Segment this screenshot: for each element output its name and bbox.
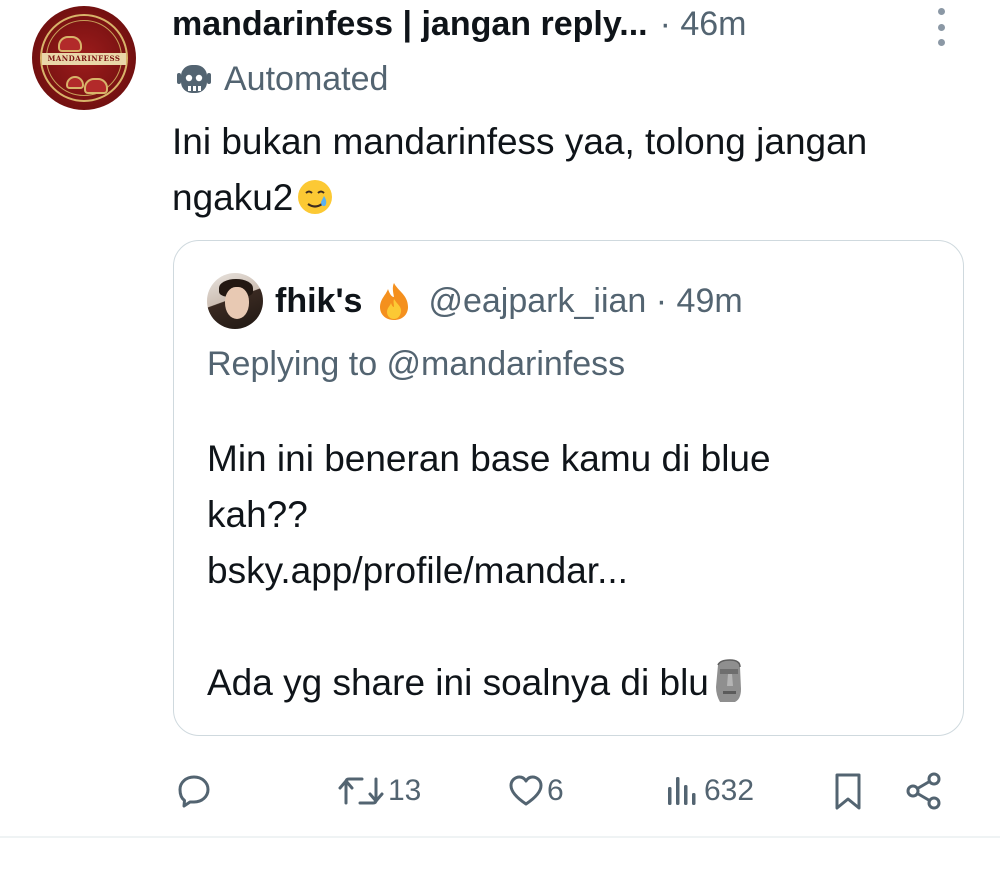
repost-count: 13 [388, 774, 422, 807]
quoted-line: Ada yg share ini soalnya di blu [207, 655, 927, 711]
bookmark-icon [835, 773, 861, 810]
tweet-header: mandarinfess | jangan reply... · 46m [172, 4, 747, 44]
face-holding-back-tears-emoji [298, 180, 333, 214]
tweet[interactable]: MANDARINFESS mandarinfess | jangan reply… [0, 0, 1000, 838]
quoted-tweet-header: fhik's @eajpark_iian · 49m [207, 273, 743, 329]
tweet-timestamp[interactable]: · 46m [660, 5, 747, 44]
quoted-tweet-text: Min ini beneran base kamu di blue kah?? … [207, 431, 927, 711]
quoted-link[interactable]: bsky.app/profile/mandar... [207, 543, 927, 599]
quoted-line: Min ini beneran base kamu di blue [207, 438, 771, 479]
bookmark-button[interactable] [830, 764, 866, 818]
quoted-author-name[interactable]: fhik's [275, 282, 362, 321]
share-button[interactable] [904, 764, 944, 818]
views-button[interactable]: 632 [664, 764, 754, 818]
robot-icon [177, 65, 211, 93]
fire-emoji [380, 283, 409, 320]
automated-label: Automated [224, 59, 389, 98]
replying-to[interactable]: Replying to @mandarinfess [207, 345, 625, 384]
quoted-author-avatar[interactable] [207, 273, 263, 329]
tweet-text: Ini bukan mandarinfess yaa, tolong janga… [172, 114, 952, 226]
heart-icon [509, 775, 543, 806]
moai-emoji [715, 659, 741, 702]
tweet-text-content: Ini bukan mandarinfess yaa, tolong janga… [172, 121, 868, 218]
quoted-line: kah?? [207, 494, 308, 535]
views-chart-icon [668, 777, 696, 805]
views-count: 632 [704, 774, 755, 807]
tweet-actions: 13 6 632 [0, 764, 1000, 818]
like-button[interactable]: 6 [507, 764, 564, 818]
repost-icon [338, 777, 384, 805]
divider [0, 836, 1000, 838]
share-icon [906, 772, 941, 810]
reply-icon [178, 775, 210, 808]
repost-button[interactable]: 13 [336, 764, 421, 818]
more-vertical-icon[interactable] [933, 8, 949, 46]
reply-button[interactable] [176, 764, 214, 818]
like-count: 6 [547, 774, 564, 807]
automated-badge[interactable]: Automated [176, 58, 388, 100]
avatar-logo-text: MANDARINFESS [47, 54, 121, 63]
quoted-tweet-card[interactable]: fhik's @eajpark_iian · 49m Replying to @… [173, 240, 964, 736]
quoted-handle-time[interactable]: @eajpark_iian · 49m [428, 282, 742, 321]
author-display-name[interactable]: mandarinfess | jangan reply... [172, 5, 648, 44]
author-avatar[interactable]: MANDARINFESS [32, 6, 136, 110]
